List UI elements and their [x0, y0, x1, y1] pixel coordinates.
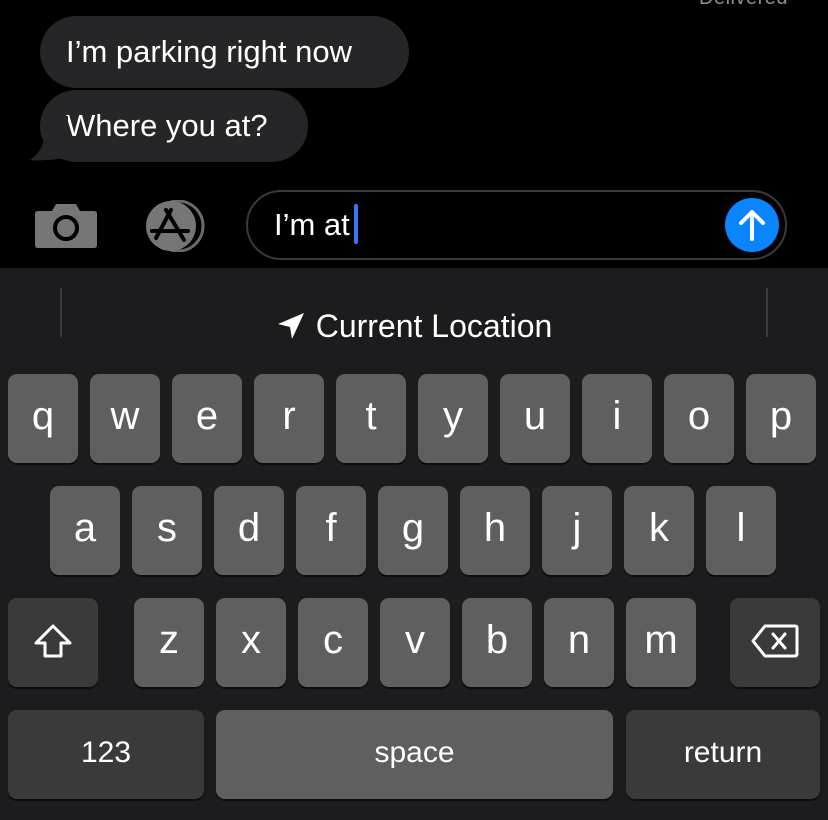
- key-label: o: [687, 394, 711, 438]
- key-label: y: [443, 394, 463, 438]
- key-b[interactable]: b: [462, 598, 532, 687]
- delivery-status: Delivered: [699, 0, 788, 10]
- key-label: f: [325, 506, 337, 550]
- suggestion-label: Current Location: [315, 307, 553, 344]
- key-label: q: [31, 394, 55, 438]
- key-a[interactable]: a: [50, 486, 120, 575]
- app-store-icon: [146, 199, 205, 253]
- key-l[interactable]: l: [706, 486, 776, 575]
- key-label: t: [365, 394, 377, 438]
- key-label: w: [110, 394, 140, 438]
- key-label: c: [323, 618, 343, 662]
- key-k[interactable]: k: [624, 486, 694, 575]
- key-label: m: [644, 618, 678, 662]
- space-key-label: space: [374, 735, 455, 769]
- key-label: h: [483, 506, 507, 550]
- delete-key[interactable]: [730, 598, 820, 687]
- key-label: x: [241, 618, 261, 662]
- key-o[interactable]: o: [664, 374, 734, 463]
- key-c[interactable]: c: [298, 598, 368, 687]
- message-composer[interactable]: I’m at: [246, 190, 787, 260]
- key-d[interactable]: d: [214, 486, 284, 575]
- key-e[interactable]: e: [172, 374, 242, 463]
- message-input-value: I’m at: [274, 207, 350, 242]
- key-p[interactable]: p: [746, 374, 816, 463]
- key-label: n: [567, 618, 591, 662]
- key-m[interactable]: m: [626, 598, 696, 687]
- arrow-up-icon: [739, 210, 765, 241]
- key-u[interactable]: u: [500, 374, 570, 463]
- location-arrow-icon: [277, 313, 304, 339]
- key-x[interactable]: x: [216, 598, 286, 687]
- key-label: s: [157, 506, 177, 550]
- key-n[interactable]: n: [544, 598, 614, 687]
- key-q[interactable]: q: [8, 374, 78, 463]
- message-text: I’m parking right now: [66, 34, 353, 69]
- suggestion-current-location[interactable]: Current Location: [0, 296, 828, 356]
- key-label: l: [736, 506, 746, 550]
- keyboard: Current Location q w e r t y u i o p a s d f g h j k l z x c v…: [0, 268, 828, 820]
- return-key-label: return: [683, 735, 763, 769]
- key-label: v: [405, 618, 425, 662]
- delete-backspace-icon: [751, 624, 799, 657]
- key-label: u: [523, 394, 547, 438]
- message-text: Where you at?: [66, 108, 268, 143]
- numbers-key-label: 123: [80, 735, 132, 769]
- app-drawer-button[interactable]: [138, 199, 214, 253]
- shift-icon: [34, 624, 72, 657]
- bubble-tail: [30, 116, 68, 161]
- numbers-key[interactable]: 123: [8, 710, 204, 799]
- key-label: k: [649, 506, 669, 550]
- key-label: g: [401, 506, 425, 550]
- key-h[interactable]: h: [460, 486, 530, 575]
- send-button[interactable]: [725, 198, 779, 252]
- camera-button[interactable]: [34, 201, 98, 249]
- key-y[interactable]: y: [418, 374, 488, 463]
- key-f[interactable]: f: [296, 486, 366, 575]
- key-z[interactable]: z: [134, 598, 204, 687]
- message-bubble-incoming[interactable]: I’m parking right now: [40, 16, 409, 88]
- key-label: z: [159, 618, 179, 662]
- key-label: p: [769, 394, 793, 438]
- key-t[interactable]: t: [336, 374, 406, 463]
- space-key[interactable]: space: [216, 710, 613, 799]
- camera-icon: [35, 204, 97, 248]
- key-w[interactable]: w: [90, 374, 160, 463]
- key-v[interactable]: v: [380, 598, 450, 687]
- key-s[interactable]: s: [132, 486, 202, 575]
- key-label: i: [612, 394, 622, 438]
- text-caret: [353, 203, 358, 244]
- message-bubble-incoming[interactable]: Where you at?: [40, 90, 308, 162]
- key-label: r: [282, 394, 296, 438]
- shift-key[interactable]: [8, 598, 98, 687]
- key-label: e: [195, 394, 219, 438]
- key-i[interactable]: i: [582, 374, 652, 463]
- key-label: d: [237, 506, 261, 550]
- key-g[interactable]: g: [378, 486, 448, 575]
- key-j[interactable]: j: [542, 486, 612, 575]
- return-key[interactable]: return: [626, 710, 820, 799]
- key-label: j: [572, 506, 582, 550]
- key-label: a: [73, 506, 97, 550]
- message-input[interactable]: I’m at: [274, 192, 358, 258]
- key-label: b: [485, 618, 509, 662]
- key-r[interactable]: r: [254, 374, 324, 463]
